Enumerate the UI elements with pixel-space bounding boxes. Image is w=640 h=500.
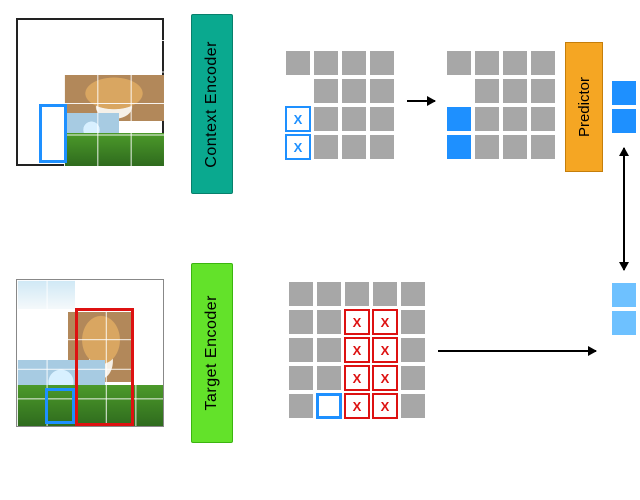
- compare-arrow-icon: [623, 148, 625, 270]
- mask-token-icon: X: [346, 367, 368, 389]
- target-red-highlight: [75, 308, 134, 426]
- context-encoder-block: Context Encoder: [191, 14, 233, 194]
- mask-token-icon: X: [374, 311, 396, 333]
- mask-token-icon: X: [374, 367, 396, 389]
- mask-token-icon: X: [374, 339, 396, 361]
- diagram-root: Context Encoder X X: [0, 0, 640, 500]
- predictor-label: Predictor: [576, 77, 593, 137]
- context-blue-highlight: [39, 104, 67, 163]
- arrow-icon: [438, 350, 596, 352]
- target-blue-highlight: [45, 388, 75, 424]
- mask-token-icon: X: [287, 108, 309, 130]
- context-input-image: [64, 40, 164, 166]
- target-encoder-block: Target Encoder: [191, 263, 233, 443]
- target-encoder-label: Target Encoder: [203, 295, 221, 411]
- mask-token-icon: X: [287, 136, 309, 158]
- mask-token-icon: X: [346, 311, 368, 333]
- mask-token-icon: X: [374, 395, 396, 417]
- context-encoder-label: Context Encoder: [203, 41, 221, 168]
- mask-token-icon: X: [346, 339, 368, 361]
- predictor-block: Predictor: [565, 42, 603, 172]
- mask-token-icon: X: [346, 395, 368, 417]
- arrow-icon: [407, 100, 435, 102]
